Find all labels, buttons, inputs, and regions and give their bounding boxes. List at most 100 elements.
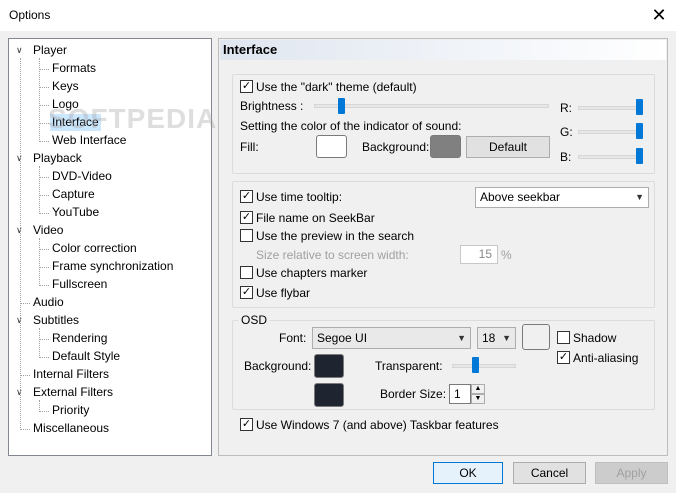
tree-item-color-correction[interactable]: Color correction [50,240,139,257]
cancel-button[interactable]: Cancel [513,462,586,484]
transparent-slider-thumb[interactable] [472,357,479,373]
font-select[interactable]: Segoe UI ▼ [312,327,471,349]
tree-connector [39,141,49,142]
g-slider-thumb[interactable] [636,123,643,139]
dark-theme-label: Use the "dark" theme (default) [256,80,417,94]
font-value: Segoe UI [317,331,368,345]
font-color-swatch[interactable] [522,324,550,350]
preview-label: Use the preview in the search [256,229,415,243]
tree-connector [39,400,40,412]
tree-item-audio[interactable]: Audio [31,294,66,311]
tree-item-video[interactable]: Video [31,222,65,239]
brightness-slider-thumb[interactable] [338,98,345,114]
tree-connector [20,375,30,376]
options-tree[interactable]: ∨ Player Formats Keys Logo Interface Web Inter… [8,38,212,456]
fill-color-swatch[interactable] [316,135,347,158]
preview-checkbox[interactable] [240,229,253,242]
tree-connector [20,429,30,430]
tree-connector [39,267,49,268]
time-tooltip-label: Use time tooltip: [256,190,343,204]
tree-item-default-style[interactable]: Default Style [50,348,122,365]
spin-up-icon[interactable]: ▲ [471,384,485,394]
watermark: SOFTPEDIA [48,103,218,134]
r-slider-thumb[interactable] [636,99,643,115]
time-tooltip-checkbox[interactable]: ✓ [240,190,253,203]
tree-item-keys[interactable]: Keys [50,78,81,95]
b-slider-thumb[interactable] [636,148,643,164]
tree-connector [39,238,40,286]
chapters-label: Use chapters marker [256,266,368,280]
border-color-swatch[interactable] [314,383,344,407]
spin-down-icon[interactable]: ▼ [471,394,485,404]
r-label: R: [560,101,572,115]
osd-background-label: Background: [244,359,312,373]
close-icon[interactable]: ✕ [647,4,671,26]
tree-connector [39,195,49,196]
chevron-down-icon: ▼ [635,192,644,202]
flybar-checkbox[interactable]: ✓ [240,286,253,299]
size-relative-label: Size relative to screen width: [256,248,409,262]
background-color-swatch[interactable] [430,135,461,158]
title-bar [0,0,676,31]
tree-item-priority[interactable]: Priority [50,402,91,419]
tree-connector [39,411,49,412]
default-button[interactable]: Default [466,136,550,158]
g-slider[interactable] [578,130,643,134]
osd-background-swatch[interactable] [314,354,344,378]
tree-connector [39,87,49,88]
tree-item-player[interactable]: Player [31,42,69,59]
size-relative-input[interactable]: 15 [460,245,498,264]
tree-connector [39,249,49,250]
r-slider[interactable] [578,106,643,110]
font-size-select[interactable]: 18 ▼ [477,327,516,349]
chevron-down-icon: ▼ [457,333,466,343]
tree-connector [39,285,49,286]
chevron-down-icon: ▼ [502,333,511,343]
shadow-checkbox[interactable] [557,331,570,344]
tree-connector [39,58,40,142]
b-slider[interactable] [578,155,643,159]
flybar-label: Use flybar [256,286,311,300]
tree-connector [39,213,49,214]
apply-button[interactable]: Apply [595,462,668,484]
tree-item-formats[interactable]: Formats [50,60,98,77]
border-size-input[interactable]: 1 [449,384,471,404]
file-name-checkbox[interactable]: ✓ [240,211,253,224]
osd-group-label: OSD [238,313,271,327]
page-title: Interface [223,42,278,57]
tree-connector [20,303,30,304]
tree-item-youtube[interactable]: YouTube [50,204,101,221]
tree-item-internal-filters[interactable]: Internal Filters [31,366,111,383]
taskbar-checkbox[interactable]: ✓ [240,418,253,431]
tree-item-frame-synchronization[interactable]: Frame synchronization [50,258,175,275]
brightness-label: Brightness : [240,99,304,113]
transparent-slider[interactable] [452,364,516,368]
brightness-slider[interactable] [314,104,549,108]
tree-item-capture[interactable]: Capture [50,186,97,203]
tree-item-rendering[interactable]: Rendering [50,330,109,347]
tree-connector [39,357,49,358]
indicator-label: Setting the color of the indicator of so… [240,119,462,133]
tree-item-subtitles[interactable]: Subtitles [31,312,81,329]
fill-label: Fill: [240,140,259,154]
tree-item-fullscreen[interactable]: Fullscreen [50,276,109,293]
header-bar [220,40,666,60]
size-relative-unit: % [501,248,512,262]
dark-theme-checkbox[interactable]: ✓ [240,80,253,93]
g-label: G: [560,125,573,139]
shadow-label: Shadow [573,331,617,345]
tree-item-external-filters[interactable]: External Filters [31,384,115,401]
antialias-checkbox[interactable]: ✓ [557,351,570,364]
antialias-label: Anti-aliasing [573,351,639,365]
tree-item-playback[interactable]: Playback [31,150,84,167]
chapters-checkbox[interactable] [240,266,253,279]
tree-connector [39,339,49,340]
chevron-down-icon[interactable]: ∨ [16,42,23,59]
background-label: Background: [362,140,430,154]
ok-button[interactable]: OK [433,462,503,484]
file-name-label: File name on SeekBar [256,211,375,225]
tree-item-miscellaneous[interactable]: Miscellaneous [31,420,111,437]
b-label: B: [560,150,572,164]
tree-item-dvd-video[interactable]: DVD-Video [50,168,114,185]
tooltip-position-select[interactable]: Above seekbar ▼ [475,187,649,208]
